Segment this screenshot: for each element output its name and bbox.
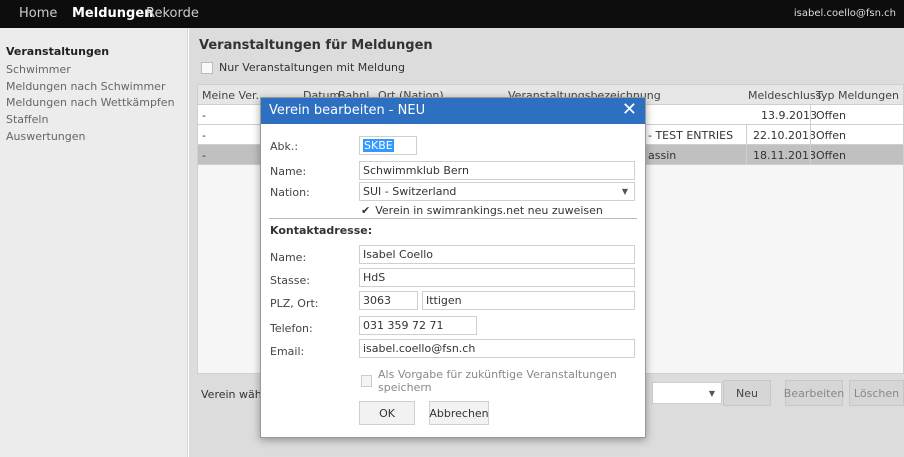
- stasse-field[interactable]: HdS: [359, 268, 635, 287]
- bearbeiten-button[interactable]: Bearbeiten: [784, 380, 844, 406]
- chevron-down-icon: ▼: [621, 187, 628, 196]
- email-field[interactable]: isabel.coello@fsn.ch: [359, 339, 635, 358]
- col-meine[interactable]: Meine Ver.: [202, 89, 259, 102]
- nation-label: Nation:: [270, 186, 310, 199]
- verein-select[interactable]: ▼: [652, 382, 722, 404]
- col-divider: [746, 145, 747, 165]
- cell-bezeichnung: - TEST ENTRIES: [648, 129, 734, 142]
- cell-meldeschluss: 13.9.2013: [761, 109, 817, 122]
- sidebar-item-staffeln[interactable]: Staffeln: [6, 113, 48, 126]
- top-nav: Home Meldungen Rekorde isabel.coello@fsn…: [0, 0, 904, 28]
- col-divider: [810, 105, 811, 125]
- abk-label: Abk.:: [270, 140, 299, 153]
- email-label: Email:: [270, 345, 305, 358]
- col-meldeschluss[interactable]: Meldeschluss: [748, 89, 821, 102]
- col-divider: [810, 145, 811, 165]
- plz-field[interactable]: 3063: [359, 291, 418, 310]
- filter-meldung[interactable]: Nur Veranstaltungen mit Meldung: [201, 61, 405, 74]
- abbrechen-button[interactable]: Abbrechen: [429, 401, 489, 425]
- reassign-checkbox-row[interactable]: ✔ Verein in swimrankings.net neu zuweise…: [361, 204, 603, 217]
- neu-button[interactable]: Neu: [723, 380, 771, 406]
- sidebar-item-schwimmer[interactable]: Schwimmer: [6, 63, 71, 76]
- divider: [269, 218, 637, 219]
- sidebar-item-auswertungen[interactable]: Auswertungen: [6, 130, 86, 143]
- check-icon[interactable]: ✔: [361, 204, 370, 217]
- cell-typ: Offen: [816, 149, 846, 162]
- abk-value: SKBE: [363, 139, 394, 152]
- telefon-field[interactable]: 031 359 72 71: [359, 316, 477, 335]
- ok-button[interactable]: OK: [359, 401, 415, 425]
- cell-meine: -: [202, 129, 206, 142]
- sidebar: Veranstaltungen Schwimmer Meldungen nach…: [0, 28, 188, 457]
- nation-select[interactable]: SUI - Switzerland ▼: [359, 182, 635, 201]
- cell-meine: -: [202, 109, 206, 122]
- cell-typ: Offen: [816, 129, 846, 142]
- contact-name-field[interactable]: Isabel Coello: [359, 245, 635, 264]
- dialog-title: Verein bearbeiten - NEU: [269, 103, 426, 118]
- filter-label: Nur Veranstaltungen mit Meldung: [219, 61, 406, 74]
- close-icon[interactable]: ✕: [622, 99, 637, 120]
- dialog-header: Verein bearbeiten - NEU ✕: [261, 98, 645, 124]
- user-email[interactable]: isabel.coello@fsn.ch: [794, 8, 896, 19]
- plz-label: PLZ, Ort:: [270, 297, 319, 310]
- nav-rekorde[interactable]: Rekorde: [146, 6, 199, 21]
- vorgabe-checkbox-row[interactable]: Als Vorgabe für zukünftige Veranstaltung…: [361, 368, 645, 394]
- stasse-label: Stasse:: [270, 274, 310, 287]
- page-title: Veranstaltungen für Meldungen: [199, 38, 433, 53]
- chevron-down-icon: ▼: [708, 389, 715, 398]
- sidebar-item-meldungen-wettkaempfe[interactable]: Meldungen nach Wettkämpfen: [6, 96, 175, 109]
- contact-section-title: Kontaktadresse:: [270, 224, 373, 237]
- col-typ[interactable]: Typ Meldungen: [816, 89, 899, 102]
- nation-value: SUI - Switzerland: [363, 185, 457, 198]
- contact-name-label: Name:: [270, 251, 307, 264]
- col-divider: [746, 125, 747, 145]
- name-label: Name:: [270, 165, 307, 178]
- loeschen-button[interactable]: Löschen: [849, 380, 904, 406]
- vorgabe-label: Als Vorgabe für zukünftige Veranstaltung…: [378, 368, 617, 394]
- verein-dialog: Verein bearbeiten - NEU ✕ Abk.: SKBE Nam…: [260, 97, 646, 438]
- cell-meine: -: [202, 149, 206, 162]
- cell-meldeschluss: 18.11.2013: [753, 149, 816, 162]
- col-divider: [810, 125, 811, 145]
- vorgabe-checkbox[interactable]: [361, 375, 373, 387]
- cell-bezeichnung: assin: [648, 149, 677, 162]
- nav-home[interactable]: Home: [19, 6, 57, 21]
- telefon-label: Telefon:: [270, 322, 313, 335]
- reassign-label: Verein in swimrankings.net neu zuweisen: [375, 204, 603, 217]
- cell-typ: Offen: [816, 109, 846, 122]
- name-field[interactable]: Schwimmklub Bern: [359, 161, 635, 180]
- sidebar-item-meldungen-schwimmer[interactable]: Meldungen nach Schwimmer: [6, 80, 165, 93]
- cell-meldeschluss: 22.10.2013: [753, 129, 816, 142]
- filter-checkbox[interactable]: [201, 61, 213, 74]
- abk-field[interactable]: SKBE: [359, 136, 417, 155]
- sidebar-item-veranstaltungen[interactable]: Veranstaltungen: [6, 45, 109, 58]
- nav-meldungen[interactable]: Meldungen: [72, 6, 153, 21]
- ort-field[interactable]: Ittigen: [422, 291, 635, 310]
